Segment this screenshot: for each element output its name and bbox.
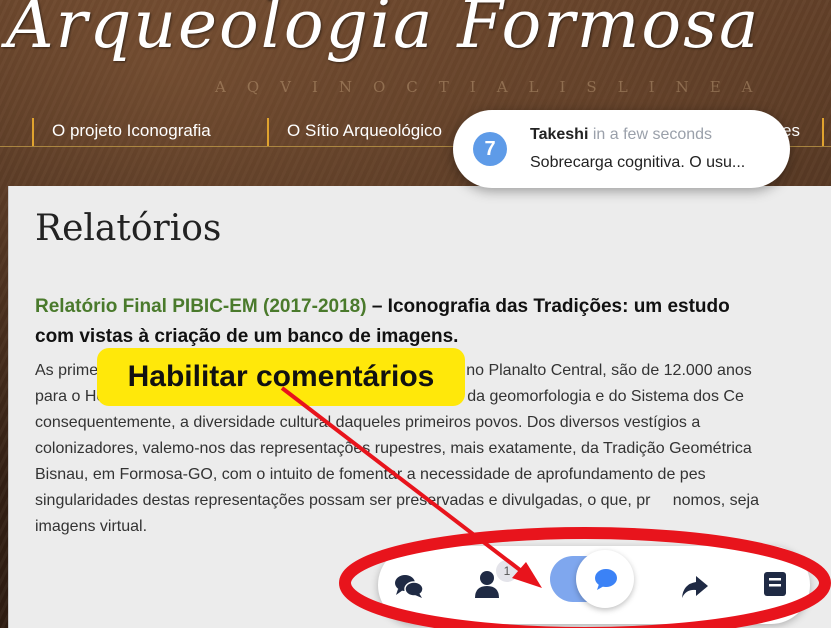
paragraph-line: imagens virtual.	[35, 518, 148, 535]
notification-count-badge: 7	[473, 132, 507, 166]
paragraph-line: Bisnau, em Formosa-GO, com o intuito de …	[35, 466, 706, 483]
paragraph-line: colonizadores, valemo-nos das representa…	[35, 440, 752, 457]
notification-user: Takeshi	[530, 126, 589, 143]
enable-comments-callout: Habilitar comentários	[97, 348, 465, 406]
share-icon[interactable]	[680, 572, 710, 600]
nav-item-sitio-arqueologico[interactable]: O Sítio Arqueológico	[267, 118, 442, 146]
comment-notification[interactable]: 7 Takeshi in a few seconds Sobrecarga co…	[453, 110, 790, 188]
notification-time: in a few seconds	[588, 126, 713, 143]
paragraph-line: singularidades destas representações pos…	[35, 492, 759, 509]
report-link[interactable]: Relatório Final PIBIC-EM (2017-2018)	[35, 296, 367, 317]
site-title[interactable]: Arqueologia Formosa	[6, 0, 760, 63]
notification-message: Sobrecarga cognitiva. O usu...	[530, 154, 746, 171]
report-title-line1: – Iconografia das Tradições: um estudo	[366, 296, 730, 317]
nav-item-projeto-iconografia[interactable]: O projeto Iconografia	[32, 118, 211, 146]
nav-divider	[822, 118, 824, 146]
page-title: Relatórios	[35, 208, 222, 249]
comments-icon[interactable]	[394, 572, 424, 600]
report-title-line2: com vistas à criação de um banco de imag…	[35, 326, 459, 347]
paragraph-line: consequentemente, a diversidade cultural…	[35, 414, 701, 431]
map-decoration-text: AQVINOCTIALISLINEA	[215, 78, 774, 96]
user-count-badge: 1	[496, 560, 518, 582]
comment-bubble-icon	[595, 569, 617, 590]
notification-header: Takeshi in a few seconds	[530, 126, 712, 144]
notes-icon[interactable]	[760, 570, 790, 598]
report-heading: Relatório Final PIBIC-EM (2017-2018) – I…	[35, 292, 831, 352]
